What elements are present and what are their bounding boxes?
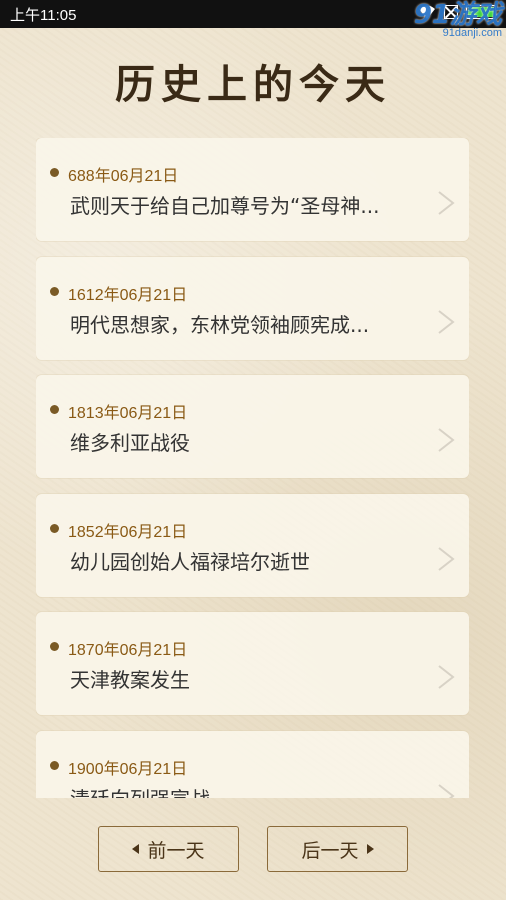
event-card[interactable]: 1870年06月21日 天津教案发生 xyxy=(36,612,469,715)
chevron-right-icon xyxy=(438,428,455,452)
bullet-dot-icon xyxy=(50,642,59,651)
event-text: 明代思想家，东林党领袖顾宪成... xyxy=(70,313,370,337)
event-date: 1612年06月21日 xyxy=(68,287,188,304)
watermark-logo-text: 91游戏 xyxy=(413,0,502,30)
event-text: 清廷向列强宣战 xyxy=(70,783,426,798)
event-date: 1852年06月21日 xyxy=(68,524,188,541)
event-card[interactable]: 688年06月21日 武则天于给自己加尊号为“圣母神... xyxy=(36,138,469,241)
event-text: 天津教案发生 xyxy=(70,668,190,692)
bullet-dot-icon xyxy=(50,761,59,770)
chevron-right-icon xyxy=(438,665,455,689)
event-text: 维多利亚战役 xyxy=(70,431,190,455)
next-day-label: 后一天 xyxy=(301,839,359,862)
event-date: 1813年06月21日 xyxy=(68,405,188,422)
event-card[interactable]: 1852年06月21日 幼儿园创始人福禄培尔逝世 xyxy=(36,494,469,597)
caret-right-icon xyxy=(366,844,374,854)
bullet-dot-icon xyxy=(50,405,59,414)
events-list[interactable]: 688年06月21日 武则天于给自己加尊号为“圣母神... 1612年06月21… xyxy=(36,138,469,798)
watermark-logo: 91游戏 91danji.com xyxy=(414,2,502,39)
event-card[interactable]: 1612年06月21日 明代思想家，东林党领袖顾宪成... xyxy=(36,257,469,360)
next-day-button[interactable]: 后一天 xyxy=(267,826,408,872)
event-date: 1870年06月21日 xyxy=(68,642,188,659)
caret-left-icon xyxy=(132,844,140,854)
bullet-dot-icon xyxy=(50,168,59,177)
previous-day-label: 前一天 xyxy=(147,839,205,862)
chevron-right-icon xyxy=(438,784,455,798)
event-card[interactable]: 1900年06月21日 清廷向列强宣战 xyxy=(36,731,469,798)
chevron-right-icon xyxy=(438,547,455,571)
chevron-right-icon xyxy=(438,310,455,334)
event-date: 1900年06月21日 xyxy=(68,761,188,778)
event-date: 688年06月21日 xyxy=(68,168,179,185)
bullet-dot-icon xyxy=(50,287,59,296)
page-title: 历史上的今天 xyxy=(115,61,391,108)
event-card[interactable]: 1813年06月21日 维多利亚战役 xyxy=(36,375,469,478)
status-time: 上午11:05 xyxy=(10,6,77,24)
bullet-dot-icon xyxy=(50,524,59,533)
event-text: 幼儿园创始人福禄培尔逝世 xyxy=(70,550,310,574)
chevron-right-icon xyxy=(438,191,455,215)
previous-day-button[interactable]: 前一天 xyxy=(98,826,239,872)
event-text: 武则天于给自己加尊号为“圣母神... xyxy=(70,194,380,218)
